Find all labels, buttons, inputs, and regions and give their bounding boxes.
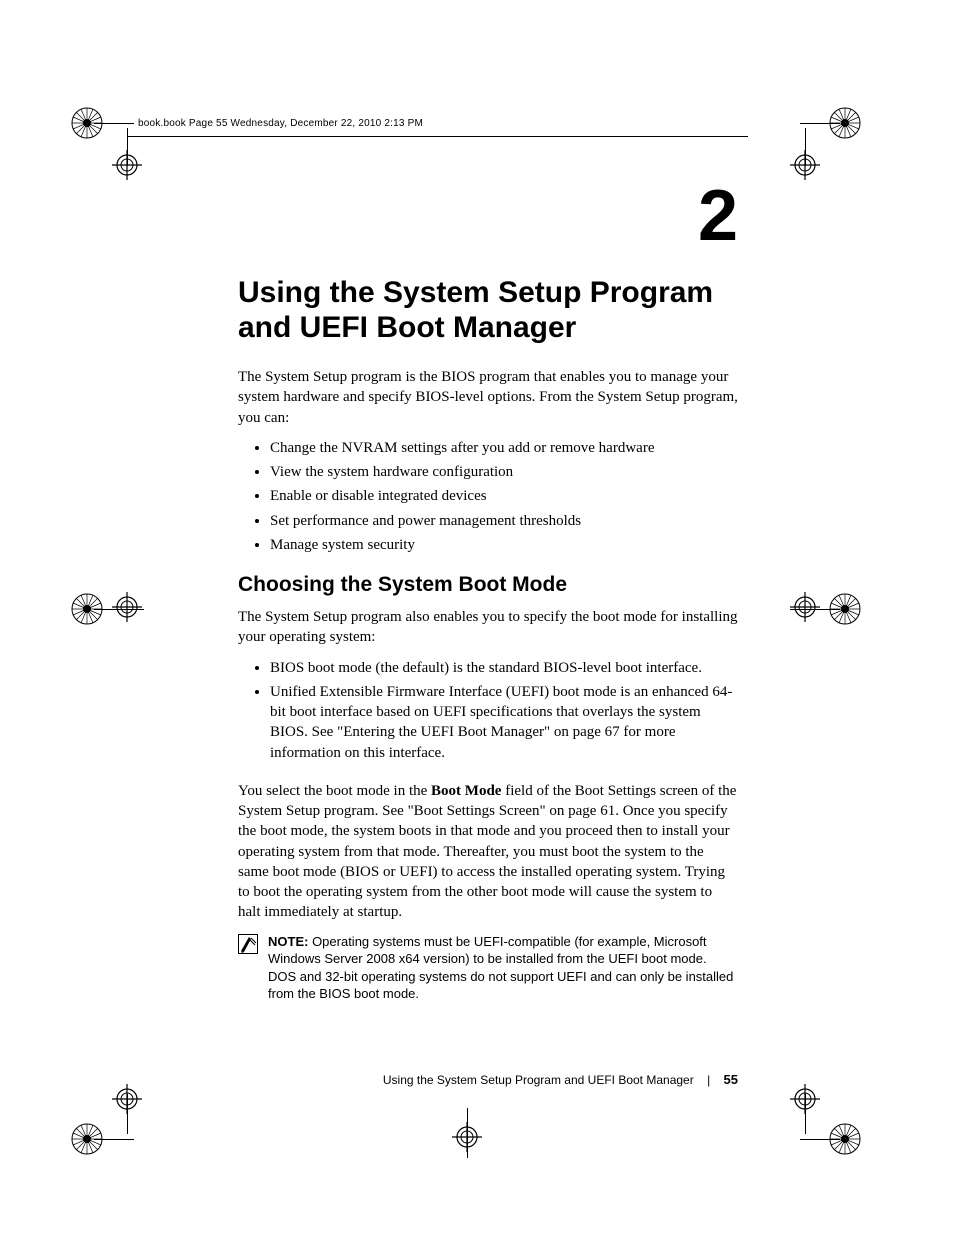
crop-line xyxy=(127,1094,128,1134)
footer-title: Using the System Setup Program and UEFI … xyxy=(383,1073,694,1087)
crop-line xyxy=(127,128,128,166)
crop-line xyxy=(805,1094,806,1134)
crop-mark-icon xyxy=(790,592,820,622)
intro-paragraph: The System Setup program is the BIOS pro… xyxy=(238,367,738,428)
note-label: NOTE: xyxy=(268,934,312,949)
note-body: Operating systems must be UEFI-compatibl… xyxy=(268,934,733,1002)
section-intro: The System Setup program also enables yo… xyxy=(238,607,738,648)
section-bullet-list: BIOS boot mode (the default) is the stan… xyxy=(238,658,738,763)
boot-mode-bold: Boot Mode xyxy=(431,783,501,799)
page-title: Using the System Setup Program and UEFI … xyxy=(238,276,738,345)
crop-line xyxy=(800,123,840,124)
note-text: NOTE: Operating systems must be UEFI-com… xyxy=(268,933,738,1003)
crop-line xyxy=(800,1139,840,1140)
list-item: Enable or disable integrated devices xyxy=(270,486,738,506)
crop-header: book.book Page 55 Wednesday, December 22… xyxy=(138,118,423,129)
crop-mark-icon xyxy=(112,592,142,622)
page-footer: Using the System Setup Program and UEFI … xyxy=(238,1072,738,1087)
crop-line xyxy=(94,1139,134,1140)
section-heading: Choosing the System Boot Mode xyxy=(238,573,738,597)
note-icon xyxy=(238,934,258,954)
intro-bullet-list: Change the NVRAM settings after you add … xyxy=(238,438,738,555)
list-item: Change the NVRAM settings after you add … xyxy=(270,438,738,458)
para-post: field of the Boot Settings screen of the… xyxy=(238,783,736,921)
list-item: Unified Extensible Firmware Interface (U… xyxy=(270,682,738,763)
para-pre: You select the boot mode in the xyxy=(238,783,431,799)
page-content: 2 Using the System Setup Program and UEF… xyxy=(238,180,738,1003)
crop-line xyxy=(805,128,806,166)
boot-mode-paragraph: You select the boot mode in the Boot Mod… xyxy=(238,781,738,923)
crop-header-text: book.book Page 55 Wednesday, December 22… xyxy=(138,118,423,129)
crop-line xyxy=(467,1108,468,1158)
crop-header-rule xyxy=(128,136,748,137)
chapter-number: 2 xyxy=(238,180,738,252)
list-item: BIOS boot mode (the default) is the stan… xyxy=(270,658,738,678)
crop-line xyxy=(94,609,144,610)
list-item: Set performance and power management thr… xyxy=(270,511,738,531)
list-item: View the system hardware configuration xyxy=(270,462,738,482)
footer-page-number: 55 xyxy=(724,1072,738,1087)
note-block: NOTE: Operating systems must be UEFI-com… xyxy=(238,933,738,1003)
crop-line xyxy=(94,123,134,124)
crop-line xyxy=(790,609,840,610)
footer-separator: | xyxy=(707,1073,710,1087)
list-item: Manage system security xyxy=(270,535,738,555)
